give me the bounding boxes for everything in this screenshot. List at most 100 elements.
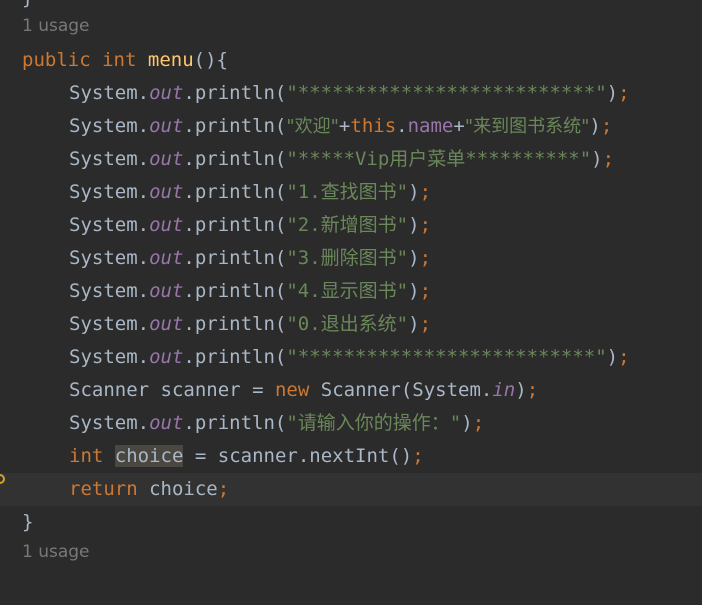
code-token: ) [606,346,619,368]
type-scanner: Scanner [69,379,150,401]
semicolon: ; [419,247,432,269]
field-out: out [149,148,184,170]
code-line-prompt[interactable]: System.out.println("请输入你的操作："); [0,407,702,440]
code-token: ) [408,181,420,203]
code-token: System. [69,148,150,170]
code-token: ) [589,115,601,137]
semicolon: ; [419,280,432,302]
string-literal: "3.删除图书" [286,247,409,269]
field-out: out [149,181,184,203]
string-literal: "0.退出系统" [286,313,409,335]
code-token: ) [408,214,420,236]
var-choice-highlighted[interactable]: choice [114,445,184,467]
code-token: ) [408,280,420,302]
code-line-top-brace[interactable]: } [0,0,702,15]
semicolon: ; [526,379,539,401]
code-editor[interactable]: } 1 usage public int menu(){ System.out.… [0,0,702,562]
code-token: ) [408,313,420,335]
semicolon: ; [412,445,424,467]
code-line-println[interactable]: System.out.println("4.显示图书"); [0,275,702,308]
keyword-return: return [69,478,138,500]
usage-hint[interactable]: 1 usage [22,542,90,562]
code-token: ) [515,379,527,401]
semicolon: ; [600,115,613,137]
code-token: .println( [183,313,287,335]
code-token: .println( [183,346,287,368]
usage-hint[interactable]: 1 usage [22,16,90,36]
code-token: .println( [183,247,287,269]
code-token: .println( [183,82,287,104]
code-line-choice[interactable]: int choice = scanner.nextInt(); [0,440,702,473]
code-line-println[interactable]: System.out.println("欢迎"+this.name+"来到图书系… [0,110,702,143]
string-literal: "来到图书系统" [464,116,590,137]
method-sig-rest: (){ [193,49,228,71]
code-line-println[interactable]: System.out.println("1.查找图书"); [0,176,702,209]
code-token: System. [69,280,150,302]
code-token: ) [591,148,603,170]
code-line-scanner[interactable]: Scanner scanner = new Scanner(System.in)… [0,374,702,407]
code-line-println[interactable]: System.out.println("*****Vip用户菜单********… [0,143,702,176]
closing-brace: } [22,0,33,15]
code-line-return[interactable]: return choice; [0,473,702,506]
code-line-println[interactable]: System.out.println("3.删除图书"); [0,242,702,275]
code-token: System. [69,82,150,104]
code-line-println[interactable]: System.out.println("2.新增图书"); [0,209,702,242]
string-literal: "**************************" [286,82,607,104]
string-literal: "2.新增图书" [286,214,409,236]
code-line-println[interactable]: System.out.println("********************… [0,341,702,374]
code-token: System. [69,247,150,269]
code-token: .println( [183,214,287,236]
code-token: + [453,115,465,137]
field-out: out [149,313,184,335]
code-token: System. [69,313,150,335]
code-token: ) [606,82,619,104]
code-token: System. [69,412,150,434]
keyword-new: new [274,379,310,401]
keyword-this: this [350,115,397,137]
semicolon: ; [419,214,432,236]
code-token: System. [69,214,150,236]
code-token: .println( [183,280,287,302]
code-line-method-signature[interactable]: public int menu(){ [0,44,702,77]
field-out: out [149,82,184,104]
field-out: out [149,346,184,368]
field-out: out [149,214,184,236]
semicolon: ; [419,181,432,203]
string-literal: "*****Vip用户菜单**********" [286,148,592,170]
semicolon: ; [618,346,630,368]
field-out: out [149,280,184,302]
code-token: System. [69,346,150,368]
code-token: .println( [183,181,287,203]
code-token: System. [69,115,150,137]
code-token: .println( [183,115,287,137]
string-literal: "**************************" [286,346,607,368]
var-choice: choice [149,478,218,500]
string-literal: "1.查找图书" [286,181,409,203]
code-token: + [338,115,351,137]
code-token: .println( [183,412,287,434]
keyword-public: public [22,49,91,71]
code-line-println[interactable]: System.out.println("0.退出系统"); [0,308,702,341]
closing-brace: } [22,511,34,533]
semicolon: ; [472,412,485,434]
field-in: in [492,379,516,401]
constructor-call: Scanner(System. [320,379,493,401]
code-token: System. [69,181,150,203]
string-literal: "欢迎" [286,116,339,137]
operator-assign: = [252,379,264,401]
string-literal: "请输入你的操作：" [286,412,462,434]
code-token: . [396,115,408,137]
keyword-int: int [69,445,104,467]
code-line-println[interactable]: System.out.println("********************… [0,77,702,110]
keyword-int: int [102,49,137,71]
semicolon: ; [602,148,615,170]
field-out: out [149,115,184,137]
field-name: name [407,115,454,137]
code-line-closing-brace[interactable]: } [0,506,702,539]
field-out: out [149,247,184,269]
code-token: .println( [183,148,287,170]
code-token: = scanner.nextInt() [194,445,413,467]
semicolon: ; [618,82,630,104]
code-token: ) [461,412,473,434]
semicolon: ; [419,313,432,335]
